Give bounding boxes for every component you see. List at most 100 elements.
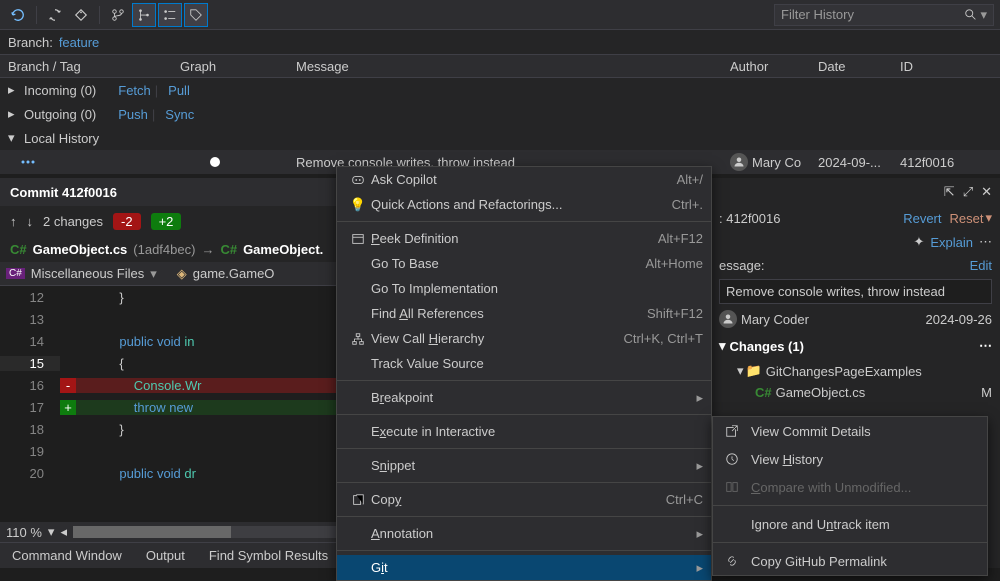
history-column-header: Branch / Tag Graph Message Author Date I… [0,54,1000,78]
ellipsis-icon[interactable] [20,155,36,169]
cm-view-history[interactable]: View History [713,445,987,473]
chevron-down-icon[interactable]: ▾ [8,130,20,146]
cm-go-to-base[interactable]: Go To BaseAlt+Home [337,251,711,276]
close-icon[interactable]: ✕ [981,184,992,200]
cm-copy-permalink[interactable]: Copy GitHub Permalink [713,547,987,575]
ellipsis-icon[interactable]: ⋯ [979,338,992,354]
popout-icon [723,424,741,438]
top-toolbar: Filter History ▾ [0,0,1000,30]
chevron-down-icon[interactable]: ▾ [150,266,157,282]
copilot-icon [345,173,371,187]
maximize-icon[interactable]: ⤢ [963,184,973,200]
col-date[interactable]: Date [818,59,900,74]
copy-icon [345,493,371,507]
cm-compare-unmodified: Compare with Unmodified... [713,473,987,501]
ellipsis-icon[interactable]: ⋯ [979,234,992,250]
cm-execute-interactive[interactable]: Execute in Interactive [337,419,711,444]
chevron-right-icon: ▸ [696,458,703,474]
chevron-right-icon[interactable]: ▸ [8,82,20,98]
restore-icon[interactable]: ⇱ [944,184,955,200]
cm-copy[interactable]: CopyCtrl+C [337,487,711,512]
col-message[interactable]: Message [296,59,730,74]
chevron-right-icon[interactable]: ▸ [8,106,20,122]
sync-link[interactable]: Sync [165,107,194,122]
cm-breakpoint[interactable]: Breakpoint▸ [337,385,711,410]
cm-snippet[interactable]: Snippet▸ [337,453,711,478]
chevron-right-icon: ▸ [696,390,703,406]
col-branch[interactable]: Branch / Tag [8,59,180,74]
link-icon [723,554,741,568]
breadcrumb[interactable]: game.GameO [193,266,275,281]
sync-icon[interactable] [43,3,67,27]
branch-icon[interactable] [106,3,130,27]
cm-ignore-untrack[interactable]: Ignore and Untrack item [713,510,987,538]
tab-command-window[interactable]: Command Window [0,543,134,568]
zoom-level[interactable]: 110 % [6,525,42,540]
col-author[interactable]: Author [730,59,818,74]
tab-find-symbol[interactable]: Find Symbol Results [197,543,340,568]
cm-track-value[interactable]: Track Value Source [337,351,711,376]
filter-placeholder: Filter History [781,7,854,22]
chevron-down-icon[interactable]: ▾ [48,524,55,540]
commit-date: 2024-09-26 [926,312,993,327]
nav-up-icon[interactable]: ↑ [10,214,17,229]
commit-author: Mary Co [752,155,801,170]
csharp-icon: C# [755,385,772,400]
author-name: Mary Coder [741,312,809,327]
cm-view-commit-details[interactable]: View Commit Details [713,417,987,445]
push-link[interactable]: Push [118,107,148,122]
graph-view-icon[interactable] [132,3,156,27]
cm-quick-actions[interactable]: 💡Quick Actions and Refactorings...Ctrl+. [337,192,711,217]
branch-name-link[interactable]: feature [59,35,99,50]
scroll-left-icon[interactable]: ◂ [60,524,67,540]
incoming-row[interactable]: ▸ Incoming (0) Fetch | Pull [0,78,1000,102]
file-name-right: GameObject. [243,242,323,257]
cm-peek-definition[interactable]: Peek DefinitionAlt+F12 [337,226,711,251]
chevron-down-icon[interactable]: ▾ [985,210,992,226]
file-hash: (1adf4bec) [133,242,195,257]
dropdown-caret-icon[interactable]: ▾ [980,7,987,23]
fetch-link[interactable]: Fetch [118,83,151,98]
reset-link[interactable]: Reset [950,211,984,226]
tab-output[interactable]: Output [134,543,197,568]
tag-view-icon[interactable] [184,3,208,27]
cm-call-hierarchy[interactable]: View Call HierarchyCtrl+K, Ctrl+T [337,326,711,351]
pull-link[interactable]: Pull [168,83,190,98]
cm-go-to-impl[interactable]: Go To Implementation [337,276,711,301]
misc-files-dropdown[interactable]: Miscellaneous Files [31,266,144,281]
cm-find-refs[interactable]: Find All ReferencesShift+F12 [337,301,711,326]
edit-link[interactable]: Edit [970,258,992,273]
nav-down-icon[interactable]: ↓ [27,214,34,229]
file-name-left: GameObject.cs [33,242,128,257]
list-view-icon[interactable] [158,3,182,27]
file-status: M [981,385,992,400]
cm-annotation[interactable]: Annotation▸ [337,521,711,546]
chevron-down-icon[interactable]: ▾ [719,338,726,354]
cm-ask-copilot[interactable]: Ask CopilotAlt+/ [337,167,711,192]
revert-link[interactable]: Revert [903,211,941,226]
outgoing-row[interactable]: ▸ Outgoing (0) Push | Sync [0,102,1000,126]
commit-id-label: : 412f0016 [719,211,780,226]
branch-label: Branch: [8,35,53,50]
namespace-icon: ◈ [177,266,187,282]
commit-message-box[interactable]: Remove console writes, throw instead [719,279,992,304]
chevron-down-icon[interactable]: ▾ [737,363,744,379]
file-row[interactable]: C# GameObject.cs M [711,382,1000,403]
folder-row[interactable]: ▾ 📁 GitChangesPageExamples [711,360,1000,382]
hierarchy-icon [345,332,371,346]
deletions-badge: -2 [113,213,141,230]
additions-badge: +2 [151,213,182,230]
tag-icon[interactable] [69,3,93,27]
local-history-row[interactable]: ▾ Local History [0,126,1000,150]
search-icon [964,8,978,22]
lightbulb-icon: 💡 [345,197,371,213]
explain-link[interactable]: Explain [930,235,973,250]
refresh-icon[interactable] [6,3,30,27]
peek-icon [345,232,371,246]
outgoing-label: Outgoing (0) [24,107,96,122]
filter-history-input[interactable]: Filter History ▾ [774,4,994,26]
history-icon [723,452,741,466]
col-graph[interactable]: Graph [180,59,296,74]
scrollbar-thumb[interactable] [73,526,231,538]
col-id[interactable]: ID [900,59,1000,74]
